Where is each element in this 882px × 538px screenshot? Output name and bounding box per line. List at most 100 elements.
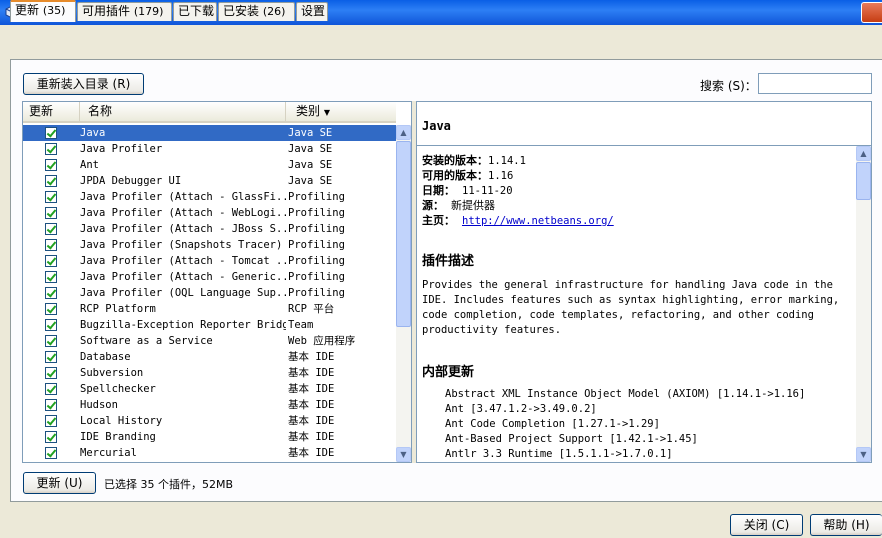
- update-checkbox[interactable]: [45, 239, 57, 251]
- update-checkbox[interactable]: [45, 431, 57, 443]
- description-heading: 插件描述: [422, 254, 475, 269]
- help-button[interactable]: 帮助 (H): [810, 514, 882, 536]
- plugin-category: Team: [288, 319, 314, 331]
- update-checkbox[interactable]: [45, 143, 57, 155]
- update-checkbox[interactable]: [45, 175, 57, 187]
- table-scrollbar[interactable]: ▲ ▼: [396, 125, 411, 462]
- plugin-name: Java Profiler: [80, 143, 163, 155]
- details-panel: 安装的版本：1.14.1 可用的版本：1.16 日期： 11-11-20 源： …: [416, 145, 872, 463]
- scroll-down-icon[interactable]: ▼: [856, 447, 871, 462]
- table-row[interactable]: JPDA Debugger UI Java SE: [23, 173, 396, 189]
- plugin-name: JPDA Debugger UI: [80, 175, 182, 187]
- table-row[interactable]: Java Profiler (Attach - WebLogi... Profil…: [23, 205, 396, 221]
- table-row[interactable]: RCP Platform RCP 平台: [23, 301, 396, 317]
- plugin-category: 基本 IDE: [288, 431, 335, 443]
- update-checkbox[interactable]: [45, 335, 57, 347]
- update-checkbox[interactable]: [45, 287, 57, 299]
- table-row[interactable]: Bugzilla-Exception Reporter Bridge Team: [23, 317, 396, 333]
- update-checkbox[interactable]: [45, 399, 57, 411]
- release-date-value: 11-11-20: [462, 185, 513, 197]
- close-window-button[interactable]: [861, 2, 882, 23]
- update-checkbox[interactable]: [45, 319, 57, 331]
- plugin-name: Java Profiler (Attach - WebLogi...: [80, 207, 286, 219]
- details-title: Java: [422, 119, 451, 133]
- tab-settings[interactable]: 设置: [296, 2, 328, 21]
- scrollbar-thumb[interactable]: [396, 141, 411, 327]
- plugin-category: RCP 平台: [288, 303, 335, 315]
- tab-label: 已下载: [178, 4, 215, 18]
- plugin-category: Profiling: [288, 207, 345, 219]
- table-row[interactable]: Subversion 基本 IDE: [23, 365, 396, 381]
- column-header-name[interactable]: 名称: [80, 102, 286, 121]
- table-row[interactable]: Java Profiler (Attach - GlassFi... Profil…: [23, 189, 396, 205]
- scrollbar-thumb[interactable]: [856, 162, 871, 200]
- close-button[interactable]: 关闭 (C): [730, 514, 803, 536]
- table-row[interactable]: Java Profiler Java SE: [23, 141, 396, 157]
- tab-updates[interactable]: 更新 (35): [10, 0, 76, 22]
- table-row[interactable]: Database 基本 IDE: [23, 349, 396, 365]
- search-input[interactable]: [758, 73, 872, 94]
- homepage-link[interactable]: http://www.netbeans.org/: [462, 215, 614, 227]
- plugin-category: Java SE: [288, 159, 333, 171]
- update-checkbox[interactable]: [45, 383, 57, 395]
- installed-version: 安装的版本：1.14.1: [422, 152, 526, 168]
- table-row[interactable]: Java Profiler (Snapshots Tracer) Profilin…: [23, 237, 396, 253]
- tab-installed[interactable]: 已安装 (26): [218, 2, 295, 21]
- table-row[interactable]: Local History 基本 IDE: [23, 413, 396, 429]
- tab-label: 设置: [301, 4, 326, 18]
- source-value: 新提供器: [451, 199, 495, 212]
- table-row[interactable]: Java Profiler (Attach - Tomcat ... Profil…: [23, 253, 396, 269]
- table-row[interactable]: Java Profiler (Attach - Generic... Profil…: [23, 269, 396, 285]
- tab-downloaded[interactable]: 已下载: [173, 2, 217, 21]
- plugin-name: Java: [80, 127, 106, 139]
- update-checkbox[interactable]: [45, 367, 57, 379]
- installed-version-label: 安装的版本：: [422, 154, 488, 167]
- plugin-name: IDE Branding: [80, 431, 156, 443]
- table-row[interactable]: Software as a Service Web 应用程序: [23, 333, 396, 349]
- internal-updates-heading: 内部更新: [422, 365, 475, 380]
- update-checkbox[interactable]: [45, 303, 57, 315]
- update-checkbox[interactable]: [45, 447, 57, 459]
- update-checkbox[interactable]: [45, 271, 57, 283]
- scroll-up-icon[interactable]: ▲: [856, 146, 871, 161]
- plugin-category: Profiling: [288, 255, 345, 267]
- plugin-name: Java Profiler (Attach - Tomcat ...: [80, 255, 286, 267]
- table-row[interactable]: Spellchecker 基本 IDE: [23, 381, 396, 397]
- update-checkbox[interactable]: [45, 255, 57, 267]
- plugin-name: RCP Platform: [80, 303, 156, 315]
- tab-available-plugins[interactable]: 可用插件 (179): [77, 2, 172, 21]
- plugin-category: 基本 IDE: [288, 383, 335, 395]
- plugin-name: Software as a Service: [80, 335, 213, 347]
- column-header-label: 更新: [29, 104, 54, 118]
- table-row[interactable]: Ant Java SE: [23, 157, 396, 173]
- update-button[interactable]: 更新 (U): [23, 472, 96, 494]
- update-checkbox[interactable]: [45, 191, 57, 203]
- update-checkbox[interactable]: [45, 207, 57, 219]
- installed-version-value: 1.14.1: [488, 155, 526, 167]
- table-row[interactable]: Java Java SE: [23, 125, 396, 141]
- update-checkbox[interactable]: [45, 159, 57, 171]
- table-row[interactable]: Java Profiler (Attach - JBoss S... Profil…: [23, 221, 396, 237]
- update-checkbox[interactable]: [45, 415, 57, 427]
- details-scrollbar[interactable]: ▲ ▼: [856, 146, 871, 462]
- table-row[interactable]: Mercurial 基本 IDE: [23, 445, 396, 461]
- update-checkbox[interactable]: [45, 351, 57, 363]
- plugin-name: Database: [80, 351, 131, 363]
- reload-catalog-button[interactable]: 重新装入目录 (R): [23, 73, 144, 95]
- details-header: Java: [416, 101, 872, 145]
- table-row[interactable]: Java Profiler (OQL Language Sup... Profil…: [23, 285, 396, 301]
- scroll-up-icon[interactable]: ▲: [396, 125, 411, 140]
- plugin-name: Java Profiler (OQL Language Sup...: [80, 287, 286, 299]
- update-checkbox[interactable]: [45, 223, 57, 235]
- update-item: Ant Code Completion [1.27.1->1.29]: [445, 418, 660, 430]
- homepage: 主页： http://www.netbeans.org/: [422, 212, 614, 228]
- update-item: Ant [3.47.1.2->3.49.0.2]: [445, 403, 597, 415]
- column-header-update[interactable]: 更新: [23, 102, 80, 121]
- plugin-name: Subversion: [80, 367, 144, 379]
- update-checkbox[interactable]: [45, 127, 57, 139]
- column-header-category[interactable]: 类别 ▼: [286, 102, 396, 121]
- table-row[interactable]: Hudson 基本 IDE: [23, 397, 396, 413]
- scroll-down-icon[interactable]: ▼: [396, 447, 411, 462]
- table-row[interactable]: IDE Branding 基本 IDE: [23, 429, 396, 445]
- tab-count: (26): [262, 5, 286, 18]
